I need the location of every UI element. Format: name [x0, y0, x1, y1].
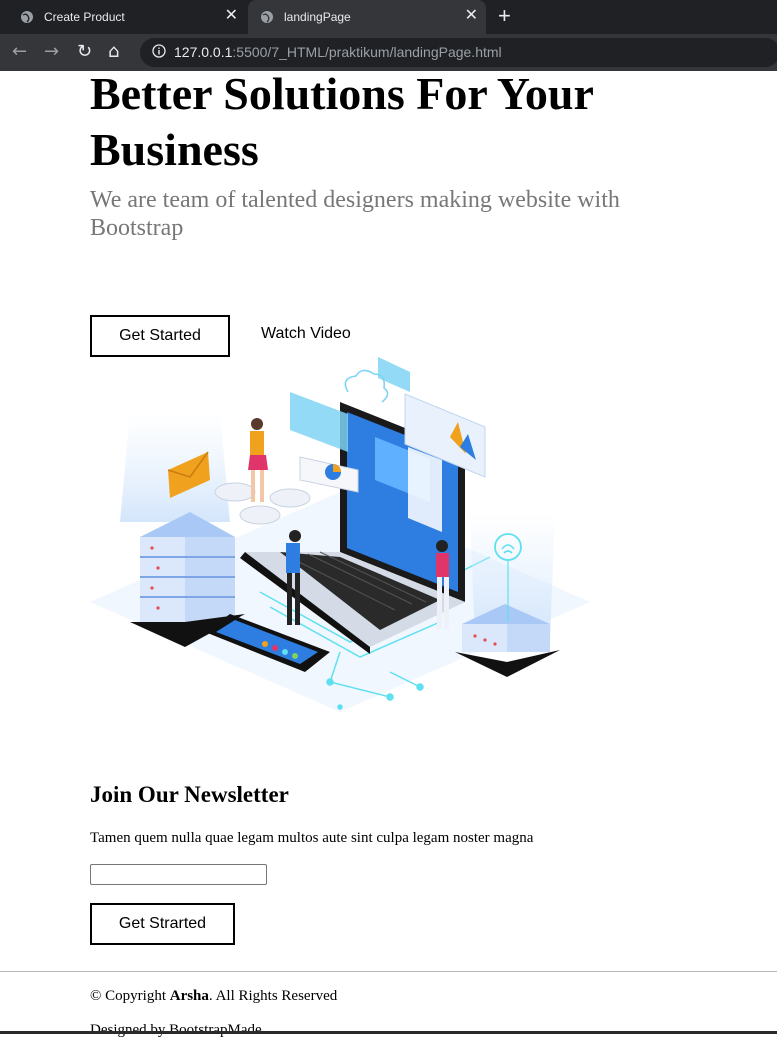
- copyright-prefix: © Copyright: [90, 988, 170, 1004]
- close-icon[interactable]: ✕: [225, 8, 238, 24]
- globe-icon: [21, 11, 33, 23]
- hero-illustration: [90, 357, 590, 712]
- get-started-button[interactable]: Get Started: [90, 315, 230, 357]
- tab-landing-page[interactable]: landingPage ✕: [248, 0, 486, 34]
- forward-icon[interactable]: →: [44, 42, 59, 62]
- back-icon[interactable]: ←: [12, 42, 27, 62]
- tab-create-product[interactable]: Create Product ✕: [8, 0, 246, 34]
- tab-title: Create Product: [44, 10, 125, 24]
- close-icon[interactable]: ✕: [465, 8, 478, 24]
- url-host: 127.0.0.1: [174, 44, 233, 60]
- copyright: © Copyright Arsha. All Rights Reserved: [90, 988, 337, 1005]
- reload-icon[interactable]: ↻: [77, 42, 92, 62]
- info-icon[interactable]: [152, 44, 166, 58]
- watch-video-link[interactable]: Watch Video: [261, 325, 351, 343]
- tab-bar: Create Product ✕ landingPage ✕ +: [0, 0, 777, 34]
- newsletter-text: Tamen quem nulla quae legam multos aute …: [90, 830, 534, 846]
- new-tab-button[interactable]: +: [498, 5, 511, 27]
- globe-icon: [261, 11, 273, 23]
- hero-title: Better Solutions For Your Business: [90, 68, 594, 175]
- newsletter-title: Join Our Newsletter: [90, 782, 289, 807]
- copyright-suffix: . All Rights Reserved: [208, 988, 338, 1004]
- brand-name: Arsha: [169, 988, 209, 1004]
- newsletter-email-input[interactable]: [90, 864, 267, 885]
- newsletter-submit-button[interactable]: Get Strarted: [90, 903, 235, 945]
- home-icon[interactable]: ⌂: [108, 42, 119, 62]
- footer-divider: [0, 971, 777, 972]
- url-text: 127.0.0.1:5500/7_HTML/praktikum/landingP…: [174, 44, 502, 60]
- tab-title: landingPage: [284, 10, 351, 24]
- hero-subtitle: We are team of talented designers making…: [90, 187, 620, 241]
- url-path: :5500/7_HTML/praktikum/landingPage.html: [232, 44, 502, 60]
- address-bar[interactable]: 127.0.0.1:5500/7_HTML/praktikum/landingP…: [140, 38, 777, 67]
